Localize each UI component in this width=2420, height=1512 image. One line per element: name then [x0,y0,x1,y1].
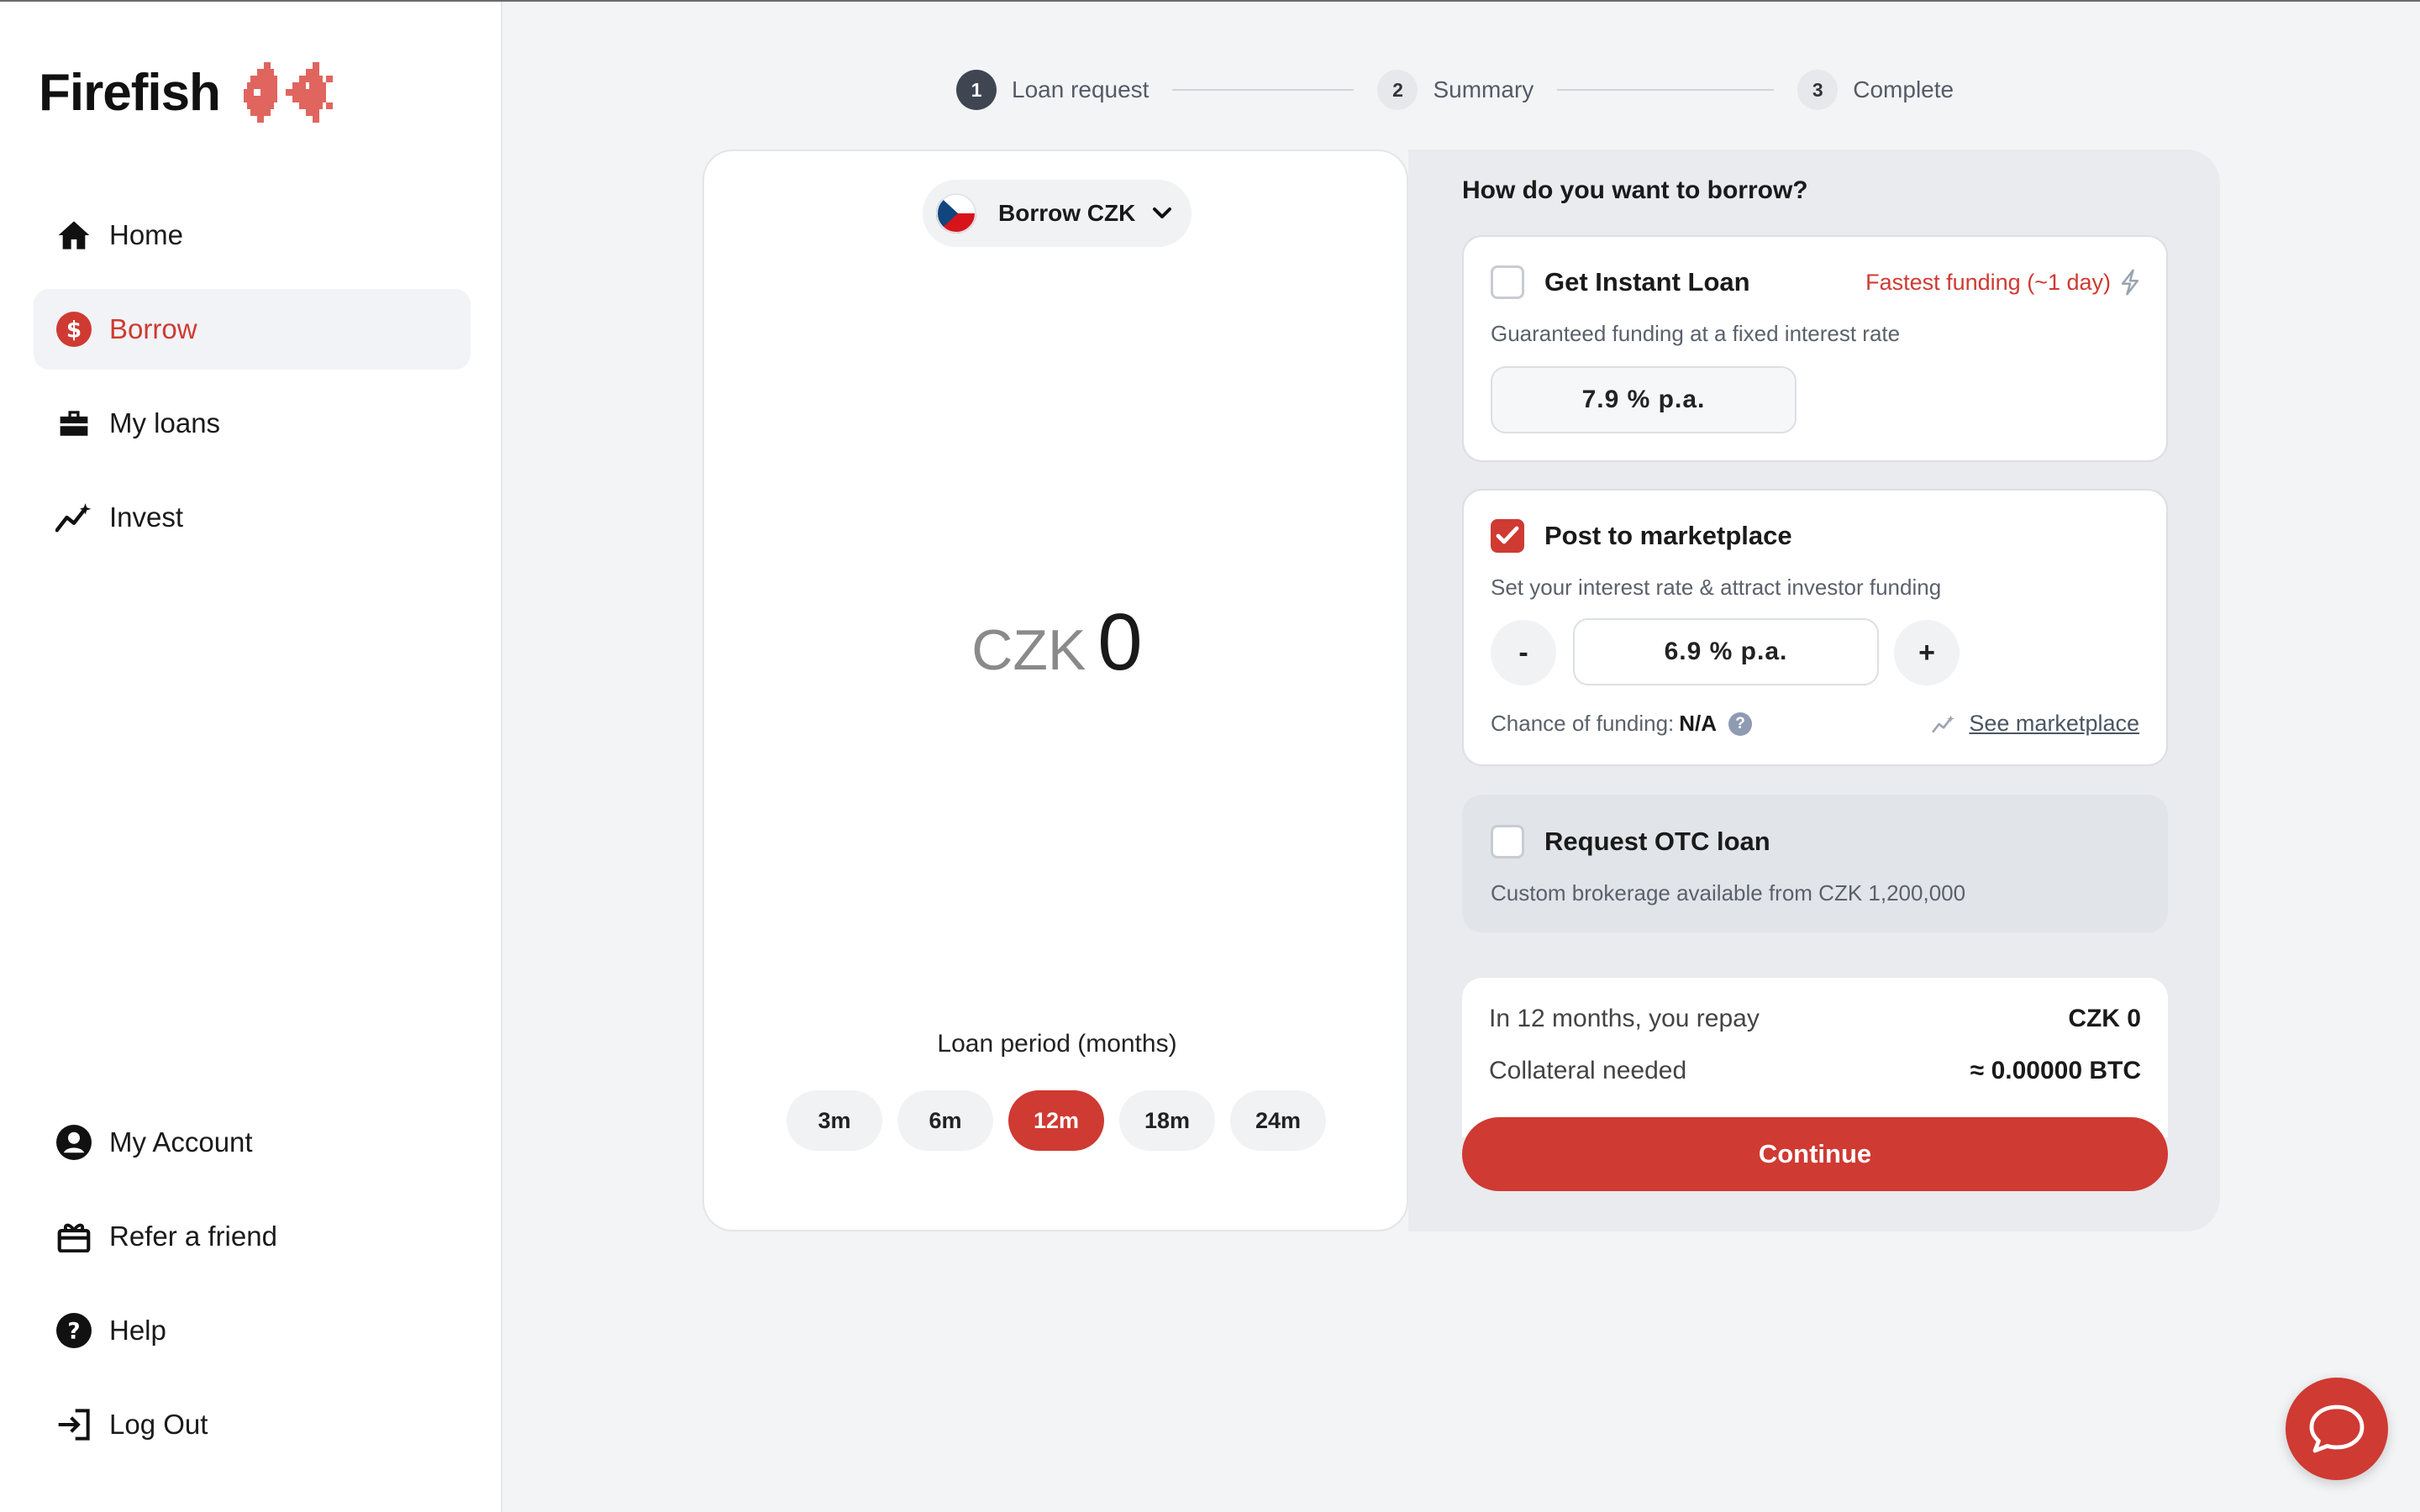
sidebar-item-label: Home [109,219,184,250]
period-24m-button[interactable]: 24m [1230,1090,1326,1151]
step-label: Complete [1853,76,1954,102]
step-label: Loan request [1012,76,1150,102]
sidebar-item-label: Borrow [109,313,197,344]
chevron-down-icon [1153,207,1172,218]
instant-loan-title: Get Instant Loan [1544,267,1750,297]
chance-of-funding: Chance of funding: N/A ? [1491,711,1753,737]
see-marketplace-link[interactable]: See marketplace [1932,711,2139,737]
sidebar-item-logout[interactable]: Log Out [34,1384,471,1465]
sidebar-item-label: Refer a friend [109,1221,277,1252]
sidebar: Firefish Home $ Borrow My loans Invest M… [0,2,502,1512]
step-loan-request: 1 Loan request [956,70,1149,110]
chat-support-button[interactable] [2286,1378,2388,1480]
briefcase-icon [55,405,92,442]
question-circle-icon: ? [55,1312,92,1349]
instant-loan-option[interactable]: Get Instant Loan Fastest funding (~1 day… [1462,235,2168,462]
step-number: 2 [1377,70,1418,110]
otc-loan-description: Custom brokerage available from CZK 1,20… [1491,880,1966,906]
sidebar-item-borrow[interactable]: $ Borrow [34,289,471,370]
marketplace-title: Post to marketplace [1544,521,1792,550]
repay-row: In 12 months, you repay CZK 0 [1489,1005,2141,1033]
rate-increase-button[interactable]: + [1894,620,1960,685]
loan-period-title: Loan period (months) [937,1030,1177,1058]
otc-loan-option[interactable]: Request OTC loan Custom brokerage availa… [1462,795,2168,932]
loan-period-selector: 3m 6m 12m 18m 24m [786,1090,1326,1151]
borrow-options-panel: How do you want to borrow? Get Instant L… [1408,150,2220,1231]
sidebar-item-home[interactable]: Home [34,195,471,276]
brand-name: Firefish [39,63,221,122]
chat-bubble-icon [2309,1404,2365,1453]
chance-value: N/A [1679,711,1718,736]
user-circle-icon [55,1124,92,1161]
sidebar-item-label: My loans [109,407,221,438]
collateral-label: Collateral needed [1489,1057,1687,1084]
help-icon[interactable]: ? [1728,711,1753,736]
currency-dropdown[interactable]: Borrow CZK [923,180,1192,247]
sidebar-item-invest[interactable]: Invest [34,477,471,558]
marketplace-checkbox[interactable] [1491,519,1524,553]
period-3m-button[interactable]: 3m [786,1090,882,1151]
svg-text:$: $ [66,318,82,344]
repay-value: CZK 0 [2068,1005,2141,1032]
svg-text:?: ? [67,1320,80,1345]
step-connector [1557,89,1775,91]
sidebar-item-my-loans[interactable]: My loans [34,383,471,464]
check-icon [1496,526,1519,544]
marketplace-rate-input[interactable]: 6.9 % p.a. [1573,618,1879,685]
period-12m-button[interactable]: 12m [1008,1090,1104,1151]
gift-icon [55,1218,92,1255]
home-icon [55,217,92,254]
marketplace-description: Set your interest rate & attract investo… [1491,575,1942,600]
logout-icon [55,1406,92,1443]
step-label: Summary [1433,76,1534,102]
instant-rate-display: 7.9 % p.a. [1491,366,1797,433]
step-complete: 3 Complete [1797,70,1954,110]
sparkle-chart-icon [55,499,92,536]
fish-logo-icon [240,62,333,123]
instant-loan-description: Guaranteed funding at a fixed interest r… [1491,321,1901,346]
step-connector [1172,89,1355,91]
period-6m-button[interactable]: 6m [897,1090,993,1151]
repay-label: In 12 months, you repay [1489,1005,1760,1032]
badge-label: Fastest funding (~1 day) [1865,269,2111,295]
step-number: 3 [1797,70,1839,110]
collateral-row: Collateral needed ≈ 0.00000 BTC [1489,1057,2141,1085]
step-summary: 2 Summary [1377,70,1534,110]
loan-amount-card: Borrow CZK CZK 0 Loan period (months) 3m… [702,150,1408,1231]
fastest-funding-badge: Fastest funding (~1 day) [1865,269,2141,296]
currency-select-label: Borrow CZK [998,200,1136,226]
sidebar-item-refer[interactable]: Refer a friend [34,1196,471,1277]
otc-loan-checkbox[interactable] [1491,825,1524,858]
logo[interactable]: Firefish [39,62,333,123]
see-marketplace-label: See marketplace [1969,711,2139,736]
sidebar-item-label: Log Out [109,1409,208,1440]
chance-label: Chance of funding: [1491,711,1675,736]
amount-value: 0 [1097,597,1143,687]
instant-loan-checkbox[interactable] [1491,265,1524,299]
lightning-icon [2121,269,2139,296]
sidebar-item-my-account[interactable]: My Account [34,1102,471,1183]
loan-amount-input[interactable]: CZK 0 [704,596,1410,689]
period-18m-button[interactable]: 18m [1119,1090,1215,1151]
sidebar-item-label: Help [109,1315,166,1346]
amount-currency: CZK [971,618,1086,682]
dollar-circle-icon: $ [55,311,92,348]
sidebar-item-help[interactable]: ? Help [34,1290,471,1371]
czech-flag-icon [936,193,976,234]
sparkle-chart-icon [1932,714,1955,732]
collateral-value: ≈ 0.00000 BTC [1970,1057,2141,1084]
sidebar-item-label: My Account [109,1126,253,1158]
otc-loan-title: Request OTC loan [1544,827,1770,856]
step-number: 1 [956,70,997,110]
rate-decrease-button[interactable]: - [1491,620,1556,685]
continue-button[interactable]: Continue [1462,1117,2168,1191]
progress-stepper: 1 Loan request 2 Summary 3 Complete [956,69,1954,111]
sidebar-item-label: Invest [109,501,184,533]
options-title: How do you want to borrow? [1462,176,1808,204]
repayment-summary: In 12 months, you repay CZK 0 Collateral… [1462,978,2168,1137]
marketplace-option[interactable]: Post to marketplace Set your interest ra… [1462,489,2168,766]
